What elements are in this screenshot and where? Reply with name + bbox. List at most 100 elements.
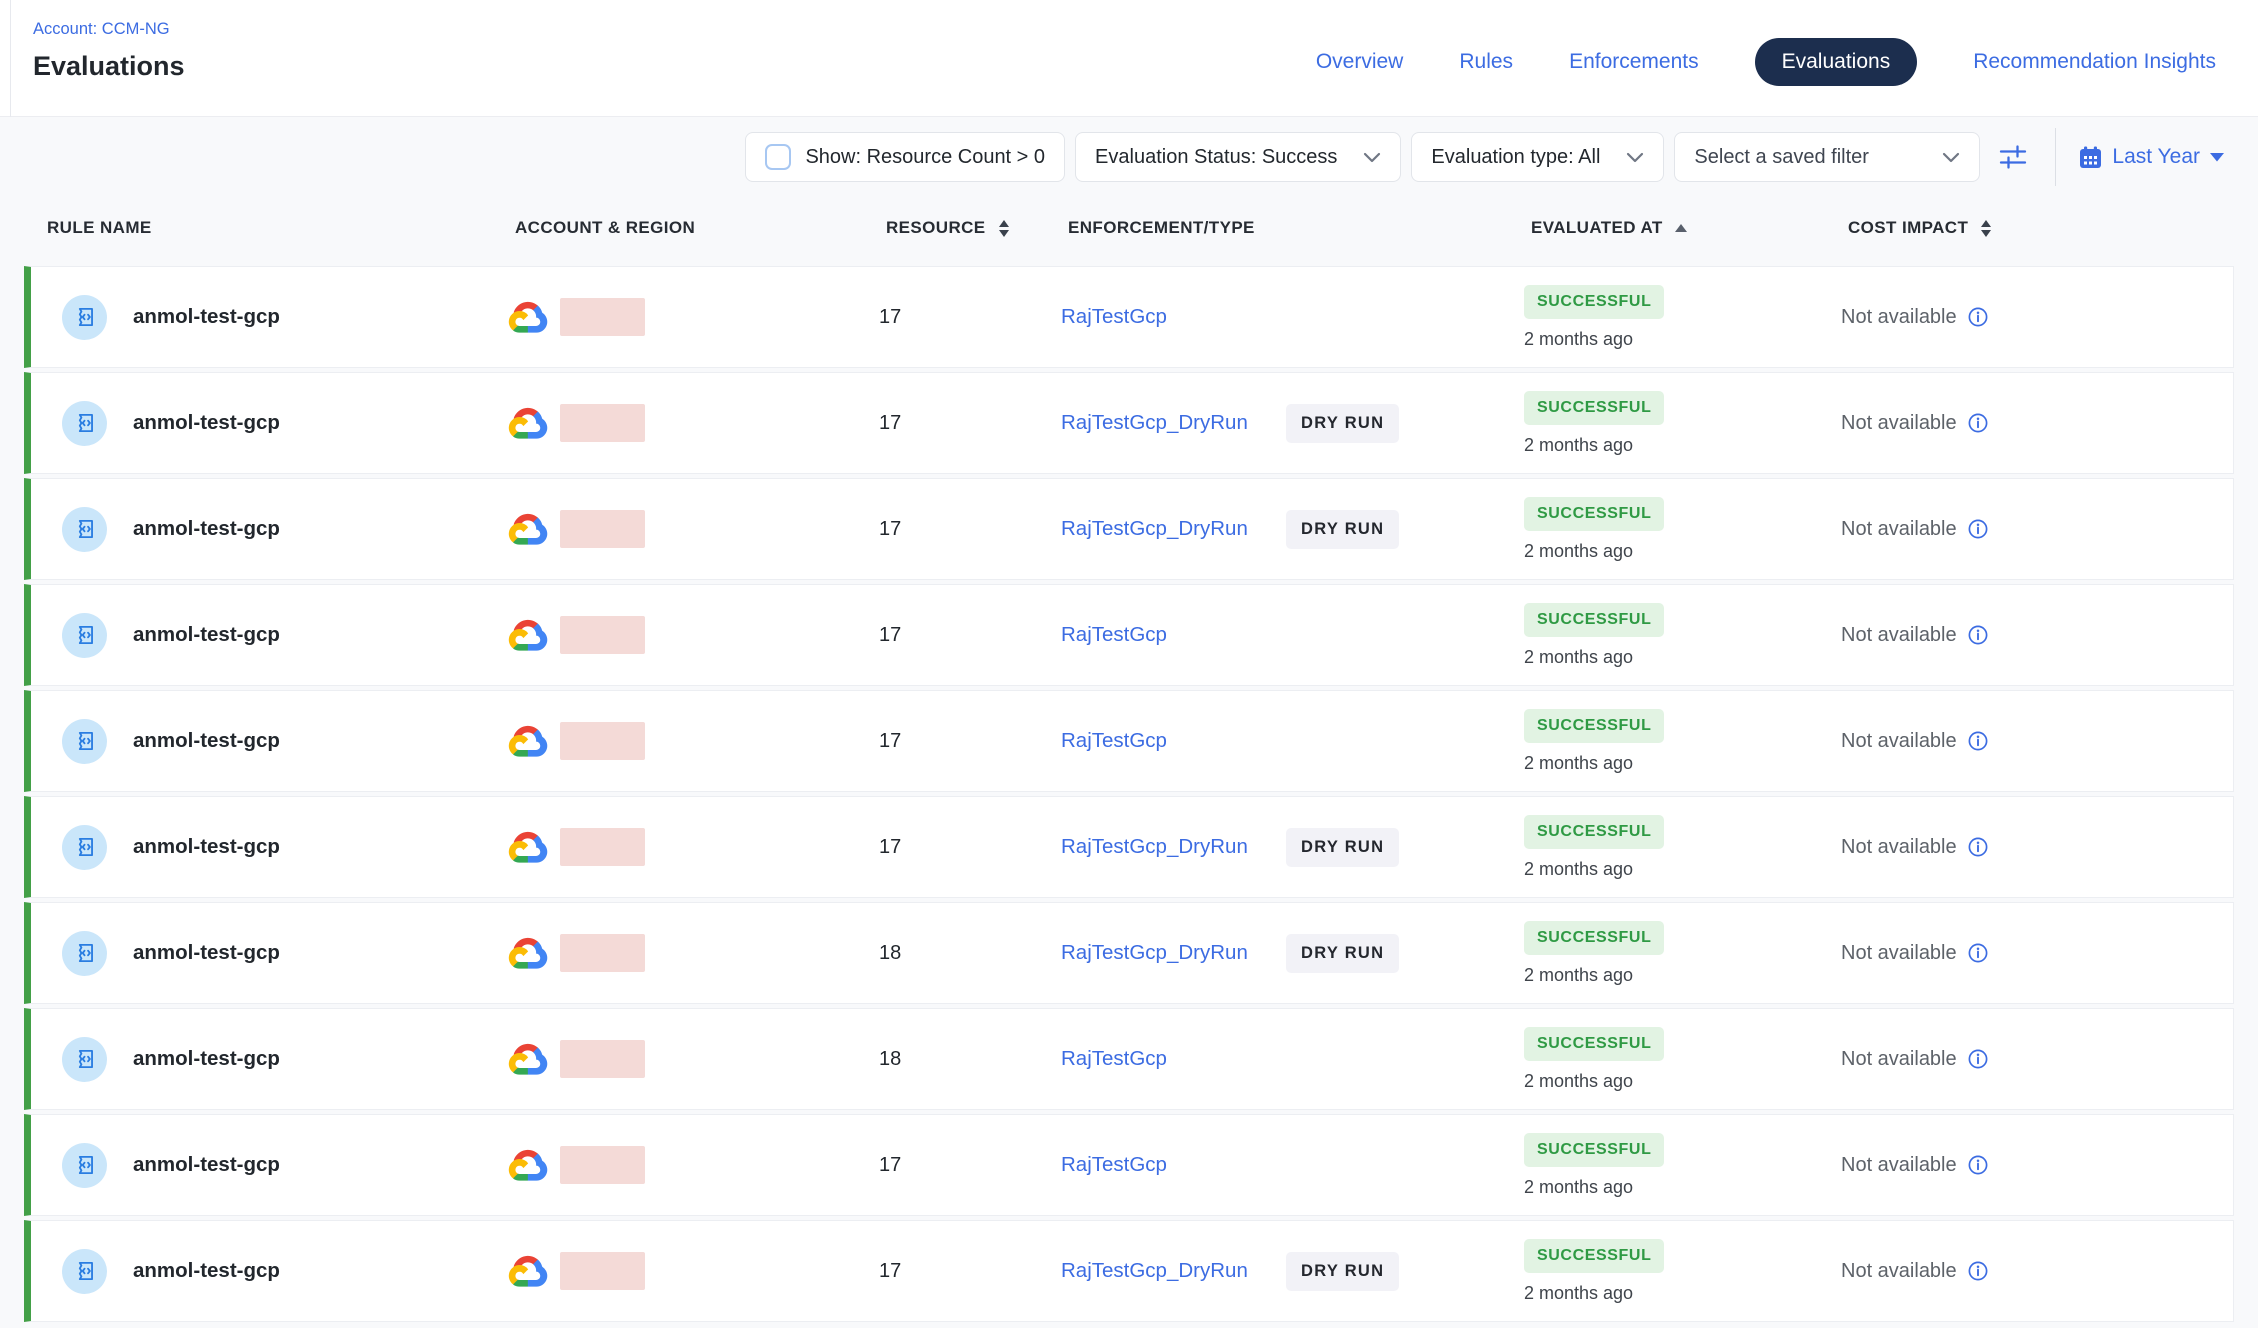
rule-name: anmol-test-gcp <box>133 517 280 541</box>
evaluation-status-dropdown[interactable]: Evaluation Status: Success <box>1075 132 1401 182</box>
date-range-button[interactable]: Last Year <box>2075 145 2228 169</box>
rule-code-icon <box>72 410 98 436</box>
cost-impact-value: Not available <box>1841 836 1957 859</box>
top-nav: Overview Rules Enforcements Evaluations Reco… <box>1316 0 2216 116</box>
enforcement-link[interactable]: RajTestGcp_DryRun <box>1061 941 1248 965</box>
enforcement-link[interactable]: RajTestGcp <box>1061 623 1167 647</box>
breadcrumb: Account: CCM-NG Evaluations <box>33 0 185 82</box>
rule-code-icon <box>72 622 98 648</box>
rule-avatar <box>62 1249 107 1294</box>
enforcement-link[interactable]: RajTestGcp_DryRun <box>1061 1259 1248 1283</box>
evaluated-at-cell: SUCCESSFUL 2 months ago <box>1524 497 1841 562</box>
info-icon[interactable] <box>1968 625 1988 645</box>
tab-enforcements[interactable]: Enforcements <box>1569 50 1699 74</box>
resource-count: 17 <box>879 306 1061 329</box>
table-row[interactable]: anmol-test-gcp 17 RajTestGcp DRY RUN SUC… <box>24 266 2234 368</box>
status-badge: SUCCESSFUL <box>1524 603 1664 637</box>
account-region-cell <box>508 1146 879 1184</box>
page-content: Show: Resource Count > 0 Evaluation Stat… <box>0 117 2258 1328</box>
sort-ascending-icon[interactable] <box>1675 224 1687 232</box>
dry-run-badge: DRY RUN <box>1286 828 1399 867</box>
rule-name-cell: anmol-test-gcp <box>31 507 508 552</box>
column-header-resource[interactable]: RESOURCE <box>886 218 1068 238</box>
enforcement-link[interactable]: RajTestGcp_DryRun <box>1061 411 1248 435</box>
enforcement-cell: RajTestGcp_DryRun DRY RUN <box>1061 941 1524 965</box>
rule-name-cell: anmol-test-gcp <box>31 401 508 446</box>
resource-count-checkbox[interactable] <box>765 144 791 170</box>
sliders-icon <box>1998 142 2028 172</box>
cost-impact-value: Not available <box>1841 306 1957 329</box>
caret-down-icon <box>2210 153 2224 162</box>
info-icon[interactable] <box>1968 1155 1988 1175</box>
column-header-cost-impact[interactable]: COST IMPACT <box>1848 218 2234 238</box>
cost-impact-value: Not available <box>1841 942 1957 965</box>
rule-name: anmol-test-gcp <box>133 1153 280 1177</box>
table-row[interactable]: anmol-test-gcp 17 RajTestGcp DRY RUN SUC… <box>24 690 2234 792</box>
cost-impact-cell: Not available <box>1841 1260 2233 1283</box>
rule-name-cell: anmol-test-gcp <box>31 1249 508 1294</box>
evaluation-type-dropdown[interactable]: Evaluation type: All <box>1411 132 1664 182</box>
evaluated-time: 2 months ago <box>1524 1071 1633 1092</box>
rule-name: anmol-test-gcp <box>133 1259 280 1283</box>
enforcement-link[interactable]: RajTestGcp <box>1061 1047 1167 1071</box>
table-row[interactable]: anmol-test-gcp 17 RajTestGcp DRY RUN SUC… <box>24 584 2234 686</box>
dry-run-badge: DRY RUN <box>1286 934 1399 973</box>
column-header-account-region: ACCOUNT & REGION <box>515 218 886 238</box>
rule-avatar <box>62 613 107 658</box>
resource-count-filter[interactable]: Show: Resource Count > 0 <box>745 132 1065 182</box>
enforcement-cell: RajTestGcp DRY RUN <box>1061 729 1524 753</box>
enforcement-cell: RajTestGcp_DryRun DRY RUN <box>1061 517 1524 541</box>
evaluated-time: 2 months ago <box>1524 1283 1633 1304</box>
info-icon[interactable] <box>1968 519 1988 539</box>
tab-overview[interactable]: Overview <box>1316 50 1404 74</box>
account-region-cell <box>508 934 879 972</box>
table-row[interactable]: anmol-test-gcp 17 RajTestGcp DRY RUN SUC… <box>24 1114 2234 1216</box>
info-icon[interactable] <box>1968 943 1988 963</box>
rule-code-icon <box>72 834 98 860</box>
account-region-cell <box>508 510 879 548</box>
status-badge: SUCCESSFUL <box>1524 497 1664 531</box>
info-icon[interactable] <box>1968 1261 1988 1281</box>
tab-rules[interactable]: Rules <box>1459 50 1513 74</box>
account-breadcrumb-link[interactable]: Account: CCM-NG <box>33 20 170 39</box>
info-icon[interactable] <box>1968 837 1988 857</box>
filter-bar-divider <box>2055 128 2056 186</box>
table-row[interactable]: anmol-test-gcp 17 RajTestGcp_DryRun DRY … <box>24 796 2234 898</box>
sort-icon[interactable] <box>1980 220 1992 237</box>
rule-avatar <box>62 719 107 764</box>
cost-impact-cell: Not available <box>1841 1154 2233 1177</box>
rule-name-cell: anmol-test-gcp <box>31 825 508 870</box>
rule-name: anmol-test-gcp <box>133 729 280 753</box>
column-header-rule-name: RULE NAME <box>31 218 515 238</box>
info-icon[interactable] <box>1968 1049 1988 1069</box>
info-icon[interactable] <box>1968 413 1988 433</box>
saved-filter-dropdown[interactable]: Select a saved filter <box>1674 132 1980 182</box>
enforcement-link[interactable]: RajTestGcp <box>1061 305 1167 329</box>
filter-settings-button[interactable] <box>1990 132 2036 182</box>
table-row[interactable]: anmol-test-gcp 17 RajTestGcp_DryRun DRY … <box>24 478 2234 580</box>
column-header-enforcement-type: ENFORCEMENT/TYPE <box>1068 218 1531 238</box>
tab-recommendation-insights[interactable]: Recommendation Insights <box>1973 50 2216 74</box>
evaluated-at-cell: SUCCESSFUL 2 months ago <box>1524 1027 1841 1092</box>
resource-count: 17 <box>879 836 1061 859</box>
table-row[interactable]: anmol-test-gcp 18 RajTestGcp_DryRun DRY … <box>24 902 2234 1004</box>
enforcement-link[interactable]: RajTestGcp_DryRun <box>1061 517 1248 541</box>
evaluated-time: 2 months ago <box>1524 647 1633 668</box>
enforcement-link[interactable]: RajTestGcp_DryRun <box>1061 835 1248 859</box>
enforcement-link[interactable]: RajTestGcp <box>1061 1153 1167 1177</box>
table-row[interactable]: anmol-test-gcp 17 RajTestGcp_DryRun DRY … <box>24 372 2234 474</box>
table-row[interactable]: anmol-test-gcp 17 RajTestGcp_DryRun DRY … <box>24 1220 2234 1322</box>
account-region-cell <box>508 1040 879 1078</box>
status-badge: SUCCESSFUL <box>1524 1239 1664 1273</box>
chevron-down-icon <box>1363 152 1381 163</box>
rule-name-cell: anmol-test-gcp <box>31 613 508 658</box>
table-row[interactable]: anmol-test-gcp 18 RajTestGcp DRY RUN SUC… <box>24 1008 2234 1110</box>
enforcement-link[interactable]: RajTestGcp <box>1061 729 1167 753</box>
column-header-evaluated-at[interactable]: EVALUATED AT <box>1531 218 1848 238</box>
status-badge: SUCCESSFUL <box>1524 815 1664 849</box>
info-icon[interactable] <box>1968 731 1988 751</box>
tab-evaluations[interactable]: Evaluations <box>1755 38 1918 86</box>
info-icon[interactable] <box>1968 307 1988 327</box>
sort-icon[interactable] <box>998 220 1010 237</box>
evaluated-time: 2 months ago <box>1524 435 1633 456</box>
